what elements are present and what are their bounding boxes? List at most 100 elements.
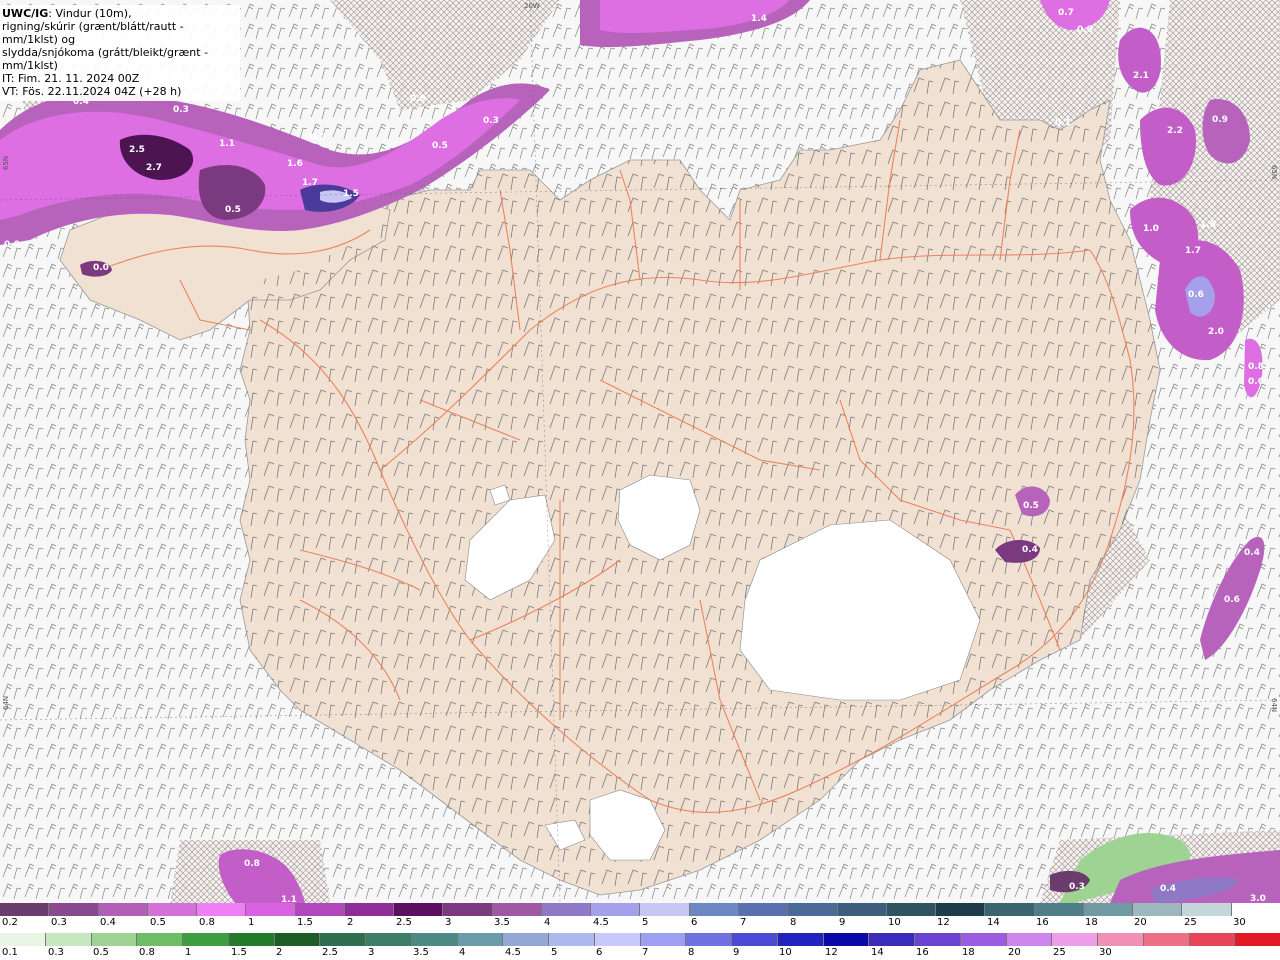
rain-tick-label: 14 [871, 947, 884, 958]
precip-label: 0.2 [310, 133, 326, 143]
rain-swatch [869, 933, 915, 946]
snow-tick-label: 2.5 [396, 917, 412, 928]
snow-swatch [640, 903, 690, 916]
precip-label: 0.5 [225, 205, 241, 215]
snow-tick-label: 14 [987, 917, 1000, 928]
rain-tick-label: 0.1 [2, 947, 18, 958]
precip-label: 2.5 [129, 145, 145, 155]
precip-label: 0.4 [1160, 884, 1176, 894]
snow-swatch [1231, 903, 1280, 916]
precip-label: 0.6 [1248, 377, 1264, 387]
snow-tick-label: 2 [347, 917, 354, 928]
precip-label: 2.1 [1133, 71, 1149, 81]
snow-tick-label: 1.5 [297, 917, 313, 928]
snow-swatch [147, 903, 198, 916]
precip-label: 0.0 [93, 263, 109, 273]
snow-tick-label: 4 [544, 917, 551, 928]
rain-swatch [137, 933, 183, 946]
snow-swatch [936, 903, 986, 916]
snow-tick-label: 3.5 [494, 917, 510, 928]
rain-swatch [320, 933, 366, 946]
rain-swatch [686, 933, 732, 946]
rain-tick-label: 0.5 [93, 947, 109, 958]
rain-tick-label: 1 [185, 947, 192, 958]
rain-tick-label: 16 [916, 947, 929, 958]
rain-tick-label: 4 [459, 947, 466, 958]
precip-label: 1.5 [343, 189, 359, 199]
precip-label: 0.6 [1224, 595, 1240, 605]
rain-swatch [457, 933, 504, 946]
precip-label: 0.3 [173, 105, 189, 115]
snow-tick-label: 0.8 [199, 917, 215, 928]
rain-swatch [640, 933, 687, 946]
rain-tick-label: 2.5 [322, 947, 338, 958]
snow-swatch [591, 903, 641, 916]
rain-swatch [1052, 933, 1098, 946]
init-time: IT: Fim. 21. 11. 2024 00Z [2, 72, 140, 85]
title-line-3: slydda/snjókoma (grátt/bleikt/grænt - mm… [2, 46, 209, 72]
snow-swatch [98, 903, 148, 916]
snow-swatch [0, 903, 50, 916]
rain-tick-label: 8 [688, 947, 695, 958]
valid-time: VT: Fös. 22.11.2024 04Z (+28 h) [2, 85, 182, 98]
snow-tick-label: 25 [1184, 917, 1197, 928]
edge-label-left-top: 65N [2, 156, 10, 170]
color-legend: 0.2 0.3 0.4 0.5 0.8 1 1.5 2 2.5 3 3.5 4 4.5 5 6 7 8 9 10 12… [0, 903, 1280, 960]
snow-tick-label: 6 [691, 917, 698, 928]
rain-swatch [503, 933, 549, 946]
edge-label-right-bottom: 64N [1270, 698, 1278, 712]
rain-swatch [1189, 933, 1236, 946]
snow-swatch [1034, 903, 1084, 916]
snow-swatch [295, 903, 345, 916]
rain-scale-labels: 0.1 0.3 0.5 0.8 1 1.5 2 2.5 3 3.5 4 4.5 5 6 7 8 9 10 12 14 1… [0, 947, 1280, 960]
precip-label: 0.7 [1058, 8, 1074, 18]
rain-tick-label: 9 [733, 947, 740, 958]
map-title-box: UWC/IG: Vindur (10m), rigning/skúrir (gr… [0, 5, 240, 101]
precip-label: 0.5 [1023, 501, 1039, 511]
snow-swatch [985, 903, 1035, 916]
precip-label: 0.3 [483, 116, 499, 126]
snow-swatch [886, 903, 937, 916]
precip-label: 0.4 [1022, 545, 1038, 555]
precip-label: 1.7 [1185, 246, 1201, 256]
rain-swatch [732, 933, 778, 946]
precip-label: 0.4 [1244, 548, 1260, 558]
precip-label: 1.4 [751, 14, 767, 24]
snow-swatch [837, 903, 887, 916]
rain-tick-label: 0.8 [139, 947, 155, 958]
snow-tick-label: 3 [445, 917, 452, 928]
title-desc-1: : Vindur (10m), [48, 7, 132, 20]
snow-scale-labels: 0.2 0.3 0.4 0.5 0.8 1 1.5 2 2.5 3 3.5 4 4.5 5 6 7 8 9 10 12… [0, 917, 1280, 930]
rain-swatch [777, 933, 824, 946]
snow-tick-label: 9 [839, 917, 846, 928]
snow-tick-label: 4.5 [593, 917, 609, 928]
rain-swatch [91, 933, 138, 946]
weather-map: 20W 65N 64N 65N 64N 0.4 0.3 2.5 2.7 1.1 … [0, 0, 1280, 903]
edge-label-left-bottom: 64N [2, 696, 10, 710]
snow-swatch [1083, 903, 1134, 916]
title-line-2: rigning/skúrir (grænt/blátt/rautt - mm/1… [2, 20, 184, 46]
rain-swatch [1143, 933, 1190, 946]
rain-swatch [228, 933, 275, 946]
precip-label: 0.9 [410, 94, 426, 104]
precip-label: 0.5 [432, 141, 448, 151]
snow-swatch [246, 903, 296, 916]
rain-tick-label: 6 [596, 947, 603, 958]
rain-swatch [1006, 933, 1053, 946]
snow-swatch [689, 903, 739, 916]
rain-swatch [0, 933, 46, 946]
precip-label: 0.6 [1188, 290, 1204, 300]
rain-tick-label: 30 [1099, 947, 1112, 958]
edge-label-right-top: 65N [1270, 165, 1278, 179]
precip-label: 2.2 [1167, 126, 1183, 136]
snow-tick-label: 0.3 [51, 917, 67, 928]
snow-swatch [443, 903, 493, 916]
precip-label: 1.7 [302, 178, 318, 188]
snow-color-scale [0, 903, 1280, 916]
precip-label: 0.8 [244, 859, 260, 869]
precip-label: 0.1 [1055, 118, 1071, 128]
precip-label: 1.6 [1200, 220, 1216, 230]
rain-tick-label: 0.3 [48, 947, 64, 958]
snow-swatch [541, 903, 592, 916]
rain-swatch [366, 933, 412, 946]
